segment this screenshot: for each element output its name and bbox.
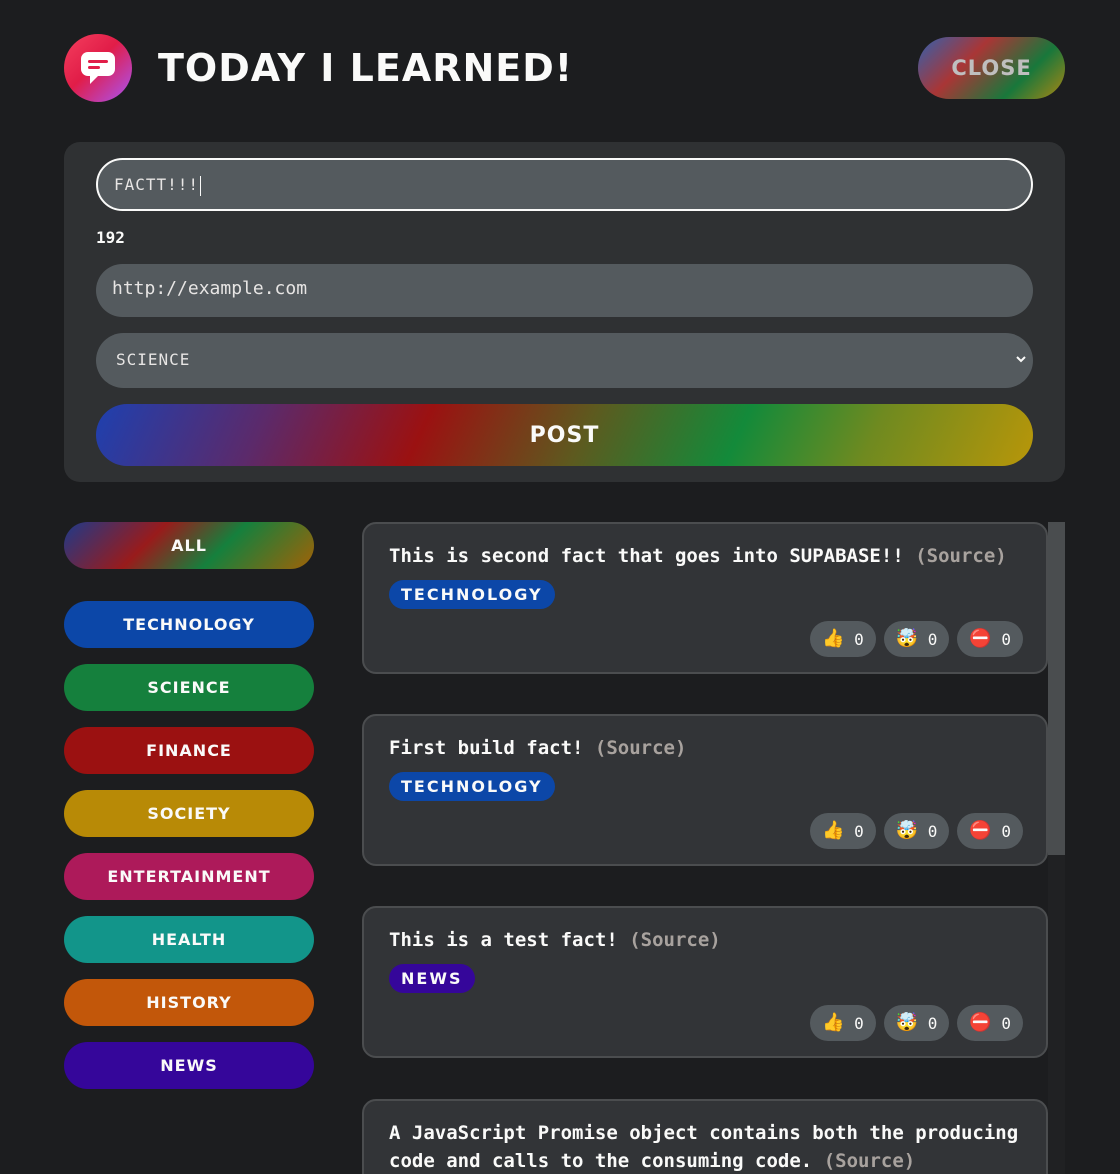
fact-card: This is a test fact! (Source) news 👍 0 🤯 0…	[362, 906, 1048, 1058]
fact-text-value: FACTT!!!	[114, 175, 200, 194]
source-placeholder: http://example.com	[112, 278, 308, 299]
mind-blown-icon: 🤯	[895, 628, 919, 649]
like-button[interactable]: 👍 0	[810, 621, 876, 657]
facts-list: This is second fact that goes into SUPAB…	[362, 522, 1048, 1174]
no-entry-icon: ⛔️	[969, 1012, 992, 1033]
app-title: Today I Learned!	[158, 46, 574, 90]
category-tag: news	[389, 964, 475, 993]
thumbs-up-icon: 👍	[822, 1012, 845, 1033]
mindblowing-count: 0	[927, 629, 938, 649]
close-button-label: Close	[951, 56, 1032, 80]
source-link[interactable]: (Source)	[824, 1150, 916, 1172]
like-count: 0	[854, 629, 864, 649]
logo-icon	[64, 34, 132, 102]
category-science-button[interactable]: science	[64, 664, 314, 711]
like-count: 0	[854, 821, 864, 841]
text-caret	[200, 175, 202, 196]
category-entertainment-button[interactable]: entertainment	[64, 853, 314, 900]
thumbs-up-icon: 👍	[822, 820, 845, 841]
source-link[interactable]: (Source)	[915, 545, 1007, 567]
category-select[interactable]: SCIENCE	[96, 333, 1033, 388]
fact-text: This is a test fact! (Source)	[389, 926, 1029, 954]
category-tag: technology	[389, 772, 555, 801]
mindblowing-button[interactable]: 🤯 0	[883, 621, 950, 657]
false-count: 0	[1001, 629, 1011, 649]
fact-text-content: A JavaScript Promise object contains bot…	[389, 1122, 1019, 1172]
vote-buttons: 👍 0 🤯 0 ⛔️ 0	[810, 621, 1023, 657]
scrollbar-thumb[interactable]	[1048, 522, 1065, 855]
no-entry-icon: ⛔️	[969, 628, 992, 649]
fact-text-input[interactable]: FACTT!!!	[96, 158, 1033, 211]
fact-text-content: This is second fact that goes into SUPAB…	[389, 545, 904, 567]
fact-text-content: First build fact!	[389, 737, 584, 759]
chevron-down-icon	[1016, 356, 1026, 363]
like-button[interactable]: 👍 0	[810, 813, 876, 849]
source-link[interactable]: (Source)	[595, 737, 687, 759]
close-button[interactable]: Close	[918, 37, 1065, 99]
no-entry-icon: ⛔️	[969, 820, 992, 841]
mindblowing-button[interactable]: 🤯 0	[883, 813, 950, 849]
category-history-button[interactable]: history	[64, 979, 314, 1026]
like-count: 0	[854, 1013, 864, 1033]
category-tag: technology	[389, 580, 555, 609]
category-health-button[interactable]: health	[64, 916, 314, 963]
category-finance-button[interactable]: finance	[64, 727, 314, 774]
false-button[interactable]: ⛔️ 0	[957, 621, 1023, 657]
vote-buttons: 👍 0 🤯 0 ⛔️ 0	[810, 1005, 1023, 1041]
fact-text: A JavaScript Promise object contains bot…	[389, 1119, 1029, 1174]
mind-blown-icon: 🤯	[895, 820, 919, 841]
header: Today I Learned! Close	[64, 34, 1065, 102]
category-news-button[interactable]: news	[64, 1042, 314, 1089]
mindblowing-count: 0	[927, 1013, 938, 1033]
mindblowing-count: 0	[927, 821, 938, 841]
fact-text: First build fact! (Source)	[389, 734, 1029, 762]
char-count: 192	[96, 228, 125, 247]
false-count: 0	[1001, 821, 1011, 841]
fact-card: This is second fact that goes into SUPAB…	[362, 522, 1048, 674]
fact-text: This is second fact that goes into SUPAB…	[389, 542, 1029, 570]
new-fact-form: FACTT!!! 192 http://example.com SCIENCE …	[64, 142, 1065, 482]
false-button[interactable]: ⛔️ 0	[957, 1005, 1023, 1041]
mindblowing-button[interactable]: 🤯 0	[883, 1005, 950, 1041]
category-all-button[interactable]: All	[64, 522, 314, 569]
false-count: 0	[1001, 1013, 1011, 1033]
source-input[interactable]: http://example.com	[96, 264, 1033, 317]
thumbs-up-icon: 👍	[822, 628, 845, 649]
like-button[interactable]: 👍 0	[810, 1005, 876, 1041]
post-button[interactable]: Post	[96, 404, 1033, 466]
fact-card: First build fact! (Source) technology 👍 0…	[362, 714, 1048, 866]
source-link[interactable]: (Source)	[629, 929, 721, 951]
false-button[interactable]: ⛔️ 0	[957, 813, 1023, 849]
vote-buttons: 👍 0 🤯 0 ⛔️ 0	[810, 813, 1023, 849]
fact-text-content: This is a test fact!	[389, 929, 618, 951]
fact-card: A JavaScript Promise object contains bot…	[362, 1099, 1048, 1174]
category-select-value: SCIENCE	[116, 350, 191, 369]
mind-blown-icon: 🤯	[895, 1012, 919, 1033]
category-society-button[interactable]: society	[64, 790, 314, 837]
category-technology-button[interactable]: technology	[64, 601, 314, 648]
